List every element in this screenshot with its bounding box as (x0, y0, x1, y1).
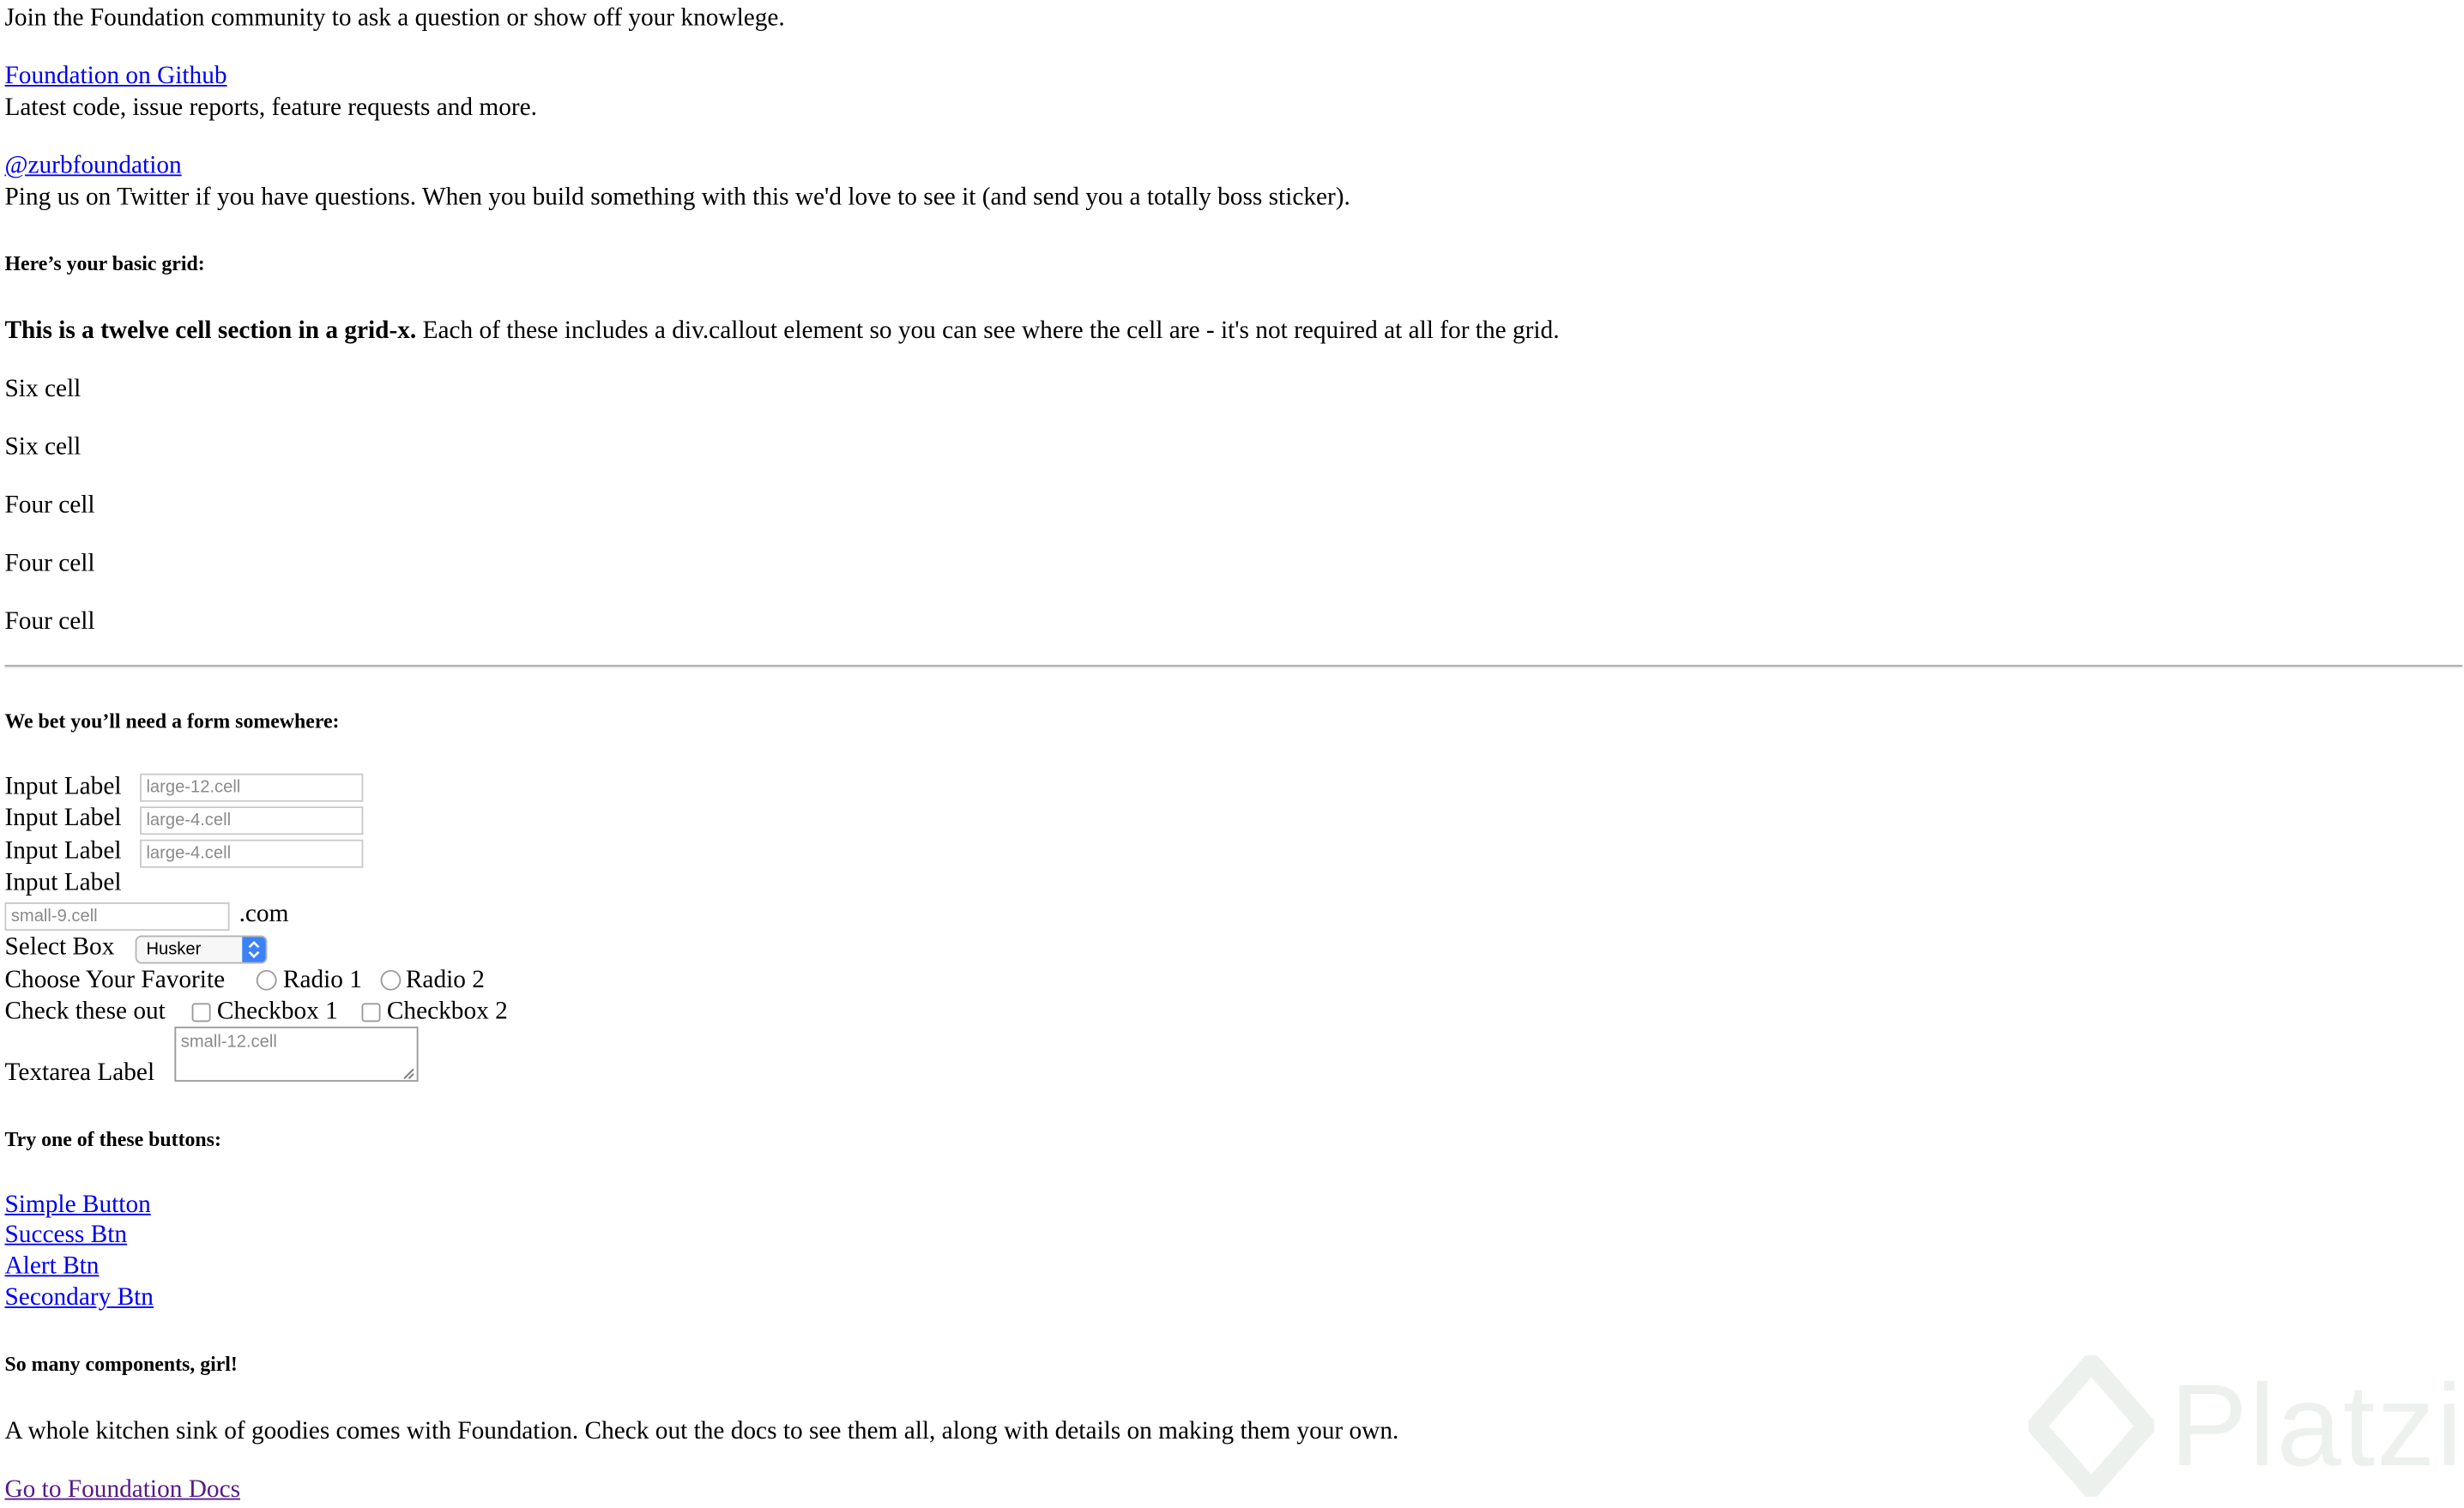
buttons-heading: Try one of these buttons: (4, 1127, 221, 1151)
checkbox-1-label: Checkbox 1 (216, 998, 338, 1025)
grid-cell: Four cell (4, 492, 95, 519)
form-heading: We bet you’ll need a form somewhere: (4, 709, 340, 733)
resize-grip-icon[interactable] (402, 1066, 415, 1079)
radio-2[interactable] (380, 969, 402, 991)
grid-cell: Four cell (4, 608, 95, 636)
components-description: A whole kitchen sink of goodies comes wi… (4, 1418, 1399, 1445)
platzi-watermark: Platzi (2026, 1354, 2462, 1499)
input-small-9[interactable]: small-9.cell (4, 902, 230, 932)
platzi-logo-icon (2026, 1354, 2156, 1499)
grid-cell: Six cell (4, 376, 82, 403)
checkbox-1[interactable] (191, 1003, 211, 1022)
horizontal-rule (4, 665, 2463, 668)
alert-button[interactable]: Alert Btn (4, 1252, 99, 1283)
secondary-button[interactable]: Secondary Btn (4, 1283, 153, 1315)
select-value: Husker (146, 940, 202, 960)
input-large-12[interactable]: large-12.cell (140, 773, 364, 802)
chevron-up-down-icon (242, 937, 266, 962)
select-label: Select Box (4, 933, 115, 961)
checkbox-2[interactable] (361, 1003, 381, 1022)
input-label: Input Label (4, 805, 122, 832)
simple-button[interactable]: Simple Button (4, 1190, 150, 1221)
checkbox-2-label: Checkbox 2 (386, 998, 508, 1025)
grid-cell: Four cell (4, 550, 95, 577)
grid-twelve-cell: This is a twelve cell section in a grid-… (4, 316, 1559, 347)
success-button[interactable]: Success Btn (4, 1220, 127, 1252)
checkbox-group-label: Check these out (4, 998, 166, 1025)
foundation-docs-link[interactable]: Go to Foundation Docs (4, 1475, 240, 1506)
select-box[interactable]: Husker (135, 935, 268, 964)
community-intro: Join the Foundation community to ask a q… (4, 4, 785, 32)
radio-1-label: Radio 1 (282, 967, 362, 994)
github-link[interactable]: Foundation on Github (4, 61, 226, 93)
components-heading: So many components, girl! (4, 1352, 238, 1376)
input-postfix: .com (239, 901, 289, 928)
input-label: Input Label (4, 869, 122, 896)
radio-group-label: Choose Your Favorite (4, 967, 226, 994)
textarea-label: Textarea Label (4, 1059, 155, 1087)
radio-2-label: Radio 2 (405, 967, 485, 994)
watermark-text: Platzi (2170, 1360, 2464, 1491)
grid-twelve-rest: Each of these includes a div.callout ele… (422, 317, 1560, 345)
input-large-4-first[interactable]: large-4.cell (140, 806, 364, 835)
grid-heading: Here’s your basic grid: (4, 251, 205, 275)
textarea-small-12[interactable]: small-12.cell (174, 1026, 419, 1082)
page: Join the Foundation community to ask a q… (0, 0, 2464, 1508)
input-label: Input Label (4, 773, 122, 800)
grid-cell: Six cell (4, 433, 82, 461)
input-label: Input Label (4, 837, 122, 866)
github-description: Latest code, issue reports, feature requ… (4, 93, 537, 122)
twitter-description: Ping us on Twitter if you have questions… (4, 184, 1350, 211)
input-large-4-second[interactable]: large-4.cell (140, 839, 364, 868)
grid-twelve-bold: This is a twelve cell section in a grid-… (4, 317, 417, 345)
radio-1[interactable] (256, 969, 277, 991)
twitter-link[interactable]: @zurbfoundation (4, 151, 181, 183)
textarea-placeholder: small-12.cell (180, 1033, 277, 1053)
